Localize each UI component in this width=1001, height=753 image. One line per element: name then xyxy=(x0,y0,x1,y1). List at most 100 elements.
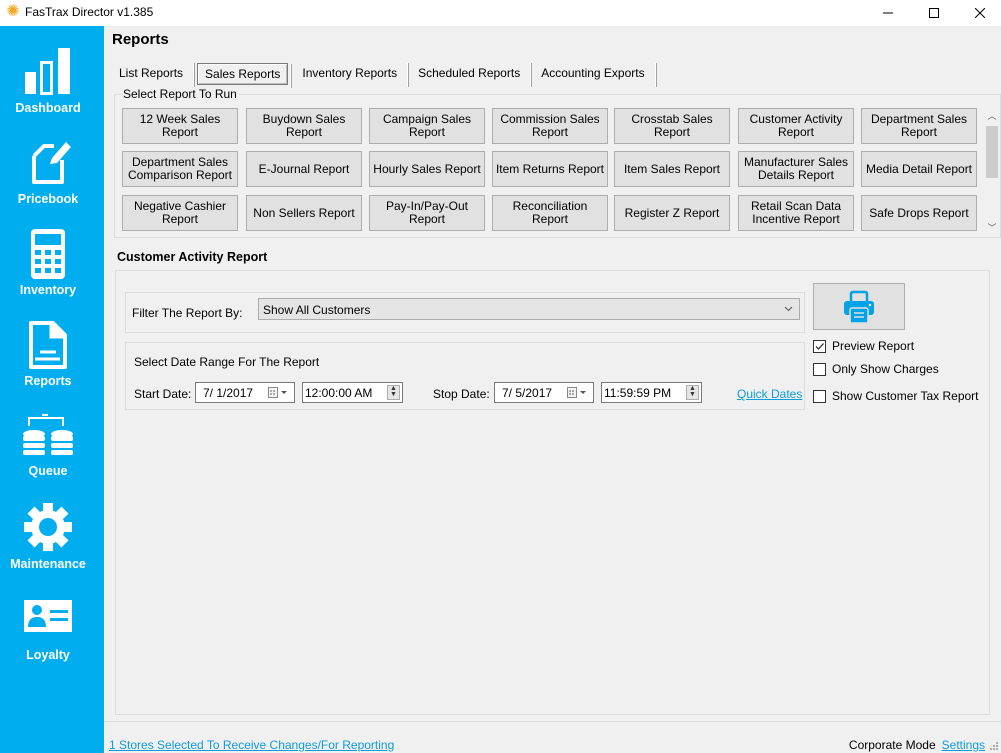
window-title: FasTrax Director v1.385 xyxy=(25,5,154,19)
report-button[interactable]: E-Journal Report xyxy=(246,151,362,187)
report-button[interactable]: Negative Cashier Report xyxy=(122,195,238,231)
start-date-value: 7/ 1/2017 xyxy=(203,386,254,400)
calendar-dropdown-icon[interactable] xyxy=(268,386,290,402)
status-right: Corporate Mode Settings xyxy=(849,738,985,752)
start-time-value: 12:00:00 AM xyxy=(305,386,373,400)
maximize-button[interactable] xyxy=(911,0,957,26)
sidebar-item-loyalty[interactable]: Loyalty xyxy=(0,594,104,682)
sidebar-item-pricebook[interactable]: Pricebook xyxy=(0,136,104,224)
tab-scheduled-reports[interactable]: Scheduled Reports xyxy=(411,63,533,87)
status-divider xyxy=(104,721,1001,722)
report-scrollbar[interactable]: ︿ ﹀ xyxy=(984,108,1000,236)
main-panel: Reports List Reports Sales Reports Inven… xyxy=(104,26,1001,753)
filter-label: Filter The Report By: xyxy=(132,306,243,320)
sidebar-label: Maintenance xyxy=(10,557,86,571)
close-icon xyxy=(975,8,985,18)
section-title: Customer Activity Report xyxy=(117,250,268,264)
scroll-thumb[interactable] xyxy=(986,126,998,178)
report-button[interactable]: Campaign Sales Report xyxy=(369,108,485,144)
date-range-header: Select Date Range For The Report xyxy=(134,355,320,369)
sidebar-item-reports[interactable]: Reports xyxy=(0,319,104,407)
sidebar: Dashboard Pricebook Inventory Reports Qu… xyxy=(0,26,104,753)
scroll-down-icon[interactable]: ﹀ xyxy=(984,220,1000,236)
sidebar-item-inventory[interactable]: Inventory xyxy=(0,228,104,316)
report-button[interactable]: Crosstab Sales Report xyxy=(614,108,730,144)
tab-list-reports[interactable]: List Reports xyxy=(112,63,196,87)
sidebar-label: Loyalty xyxy=(26,648,70,662)
filter-select[interactable]: Show All Customers xyxy=(258,298,800,320)
spinner-updown-icon[interactable]: ▲ ▼ xyxy=(387,385,400,400)
print-report-button[interactable] xyxy=(813,283,905,330)
bar-chart-icon xyxy=(25,48,70,95)
show-customer-tax-checkbox[interactable]: Show Customer Tax Report xyxy=(813,389,979,403)
stop-date-value: 7/ 5/2017 xyxy=(502,386,553,400)
report-button[interactable]: Reconciliation Report xyxy=(492,195,608,231)
report-document-icon xyxy=(29,321,67,369)
filter-select-value: Show All Customers xyxy=(263,303,371,317)
report-button[interactable]: Retail Scan Data Incentive Report xyxy=(738,195,854,231)
close-button[interactable] xyxy=(957,0,1001,26)
start-date-picker[interactable]: 7/ 1/2017 xyxy=(195,382,295,403)
id-card-icon xyxy=(24,600,72,632)
report-tabs: List Reports Sales Reports Inventory Rep… xyxy=(112,62,659,88)
sidebar-label: Pricebook xyxy=(17,192,79,206)
only-show-charges-checkbox[interactable]: Only Show Charges xyxy=(813,362,939,376)
only-show-charges-label: Only Show Charges xyxy=(832,362,939,376)
report-button[interactable]: Pay-In/Pay-Out Report xyxy=(369,195,485,231)
start-time-picker[interactable]: 12:00:00 AM ▲ ▼ xyxy=(302,382,403,403)
start-date-label: Start Date: xyxy=(134,387,192,401)
show-customer-tax-label: Show Customer Tax Report xyxy=(832,389,979,403)
report-button[interactable]: Department Sales Comparison Report xyxy=(122,151,238,187)
title-bar: ✺ FasTrax Director v1.385 xyxy=(0,0,1001,26)
report-button[interactable]: Customer Activity Report xyxy=(738,108,854,144)
report-select-legend: Select Report To Run xyxy=(121,87,239,101)
date-range-panel: Select Date Range For The Report Start D… xyxy=(125,342,805,410)
report-button[interactable]: Media Detail Report xyxy=(861,151,977,187)
preview-report-label: Preview Report xyxy=(832,339,915,353)
tab-accounting-exports[interactable]: Accounting Exports xyxy=(534,63,658,87)
stop-time-picker[interactable]: 11:59:59 PM ▲ ▼ xyxy=(601,382,702,403)
tab-sales-reports[interactable]: Sales Reports xyxy=(197,63,293,88)
scroll-up-icon[interactable]: ︿ xyxy=(984,108,1000,124)
sidebar-label: Inventory xyxy=(19,283,77,297)
report-button[interactable]: Buydown Sales Report xyxy=(246,108,362,144)
stores-selected-link[interactable]: 1 Stores Selected To Receive Changes/For… xyxy=(109,738,394,752)
report-options-panel xyxy=(115,270,990,715)
printer-icon xyxy=(844,290,874,324)
report-button[interactable]: Item Sales Report xyxy=(614,151,730,187)
sidebar-item-queue[interactable]: Queue xyxy=(0,412,104,500)
filter-panel: Filter The Report By: Show All Customers xyxy=(125,292,805,333)
minimize-icon xyxy=(883,12,893,14)
sidebar-item-maintenance[interactable]: Maintenance xyxy=(0,501,104,589)
checkbox-unchecked-icon[interactable] xyxy=(813,389,826,403)
calendar-dropdown-icon[interactable] xyxy=(567,386,589,402)
sidebar-label: Reports xyxy=(24,374,72,388)
resize-grip-icon[interactable] xyxy=(989,741,999,751)
stop-time-value: 11:59:59 PM xyxy=(604,386,672,400)
gear-icon xyxy=(24,503,72,551)
report-button[interactable]: Hourly Sales Report xyxy=(369,151,485,187)
tab-inventory-reports[interactable]: Inventory Reports xyxy=(295,63,409,87)
preview-report-checkbox[interactable]: Preview Report xyxy=(813,339,914,353)
sidebar-label: Queue xyxy=(28,464,68,478)
settings-link[interactable]: Settings xyxy=(942,738,985,752)
document-edit-icon xyxy=(32,142,71,184)
sidebar-item-dashboard[interactable]: Dashboard xyxy=(0,46,104,134)
report-button[interactable]: 12 Week Sales Report xyxy=(122,108,238,144)
quick-dates-link[interactable]: Quick Dates xyxy=(737,387,802,401)
minimize-button[interactable] xyxy=(865,0,911,26)
report-button[interactable]: Non Sellers Report xyxy=(246,195,362,231)
stop-date-picker[interactable]: 7/ 5/2017 xyxy=(494,382,594,403)
stop-date-label: Stop Date: xyxy=(433,387,490,401)
spinner-updown-icon[interactable]: ▲ ▼ xyxy=(686,385,699,400)
report-button[interactable]: Item Returns Report xyxy=(492,151,608,187)
report-button[interactable]: Safe Drops Report xyxy=(861,195,977,231)
report-button[interactable]: Commission Sales Report xyxy=(492,108,608,144)
checkbox-checked-icon[interactable] xyxy=(813,339,826,353)
report-button[interactable]: Register Z Report xyxy=(614,195,730,231)
maximize-icon xyxy=(929,8,939,18)
report-button[interactable]: Department Sales Report xyxy=(861,108,977,144)
corporate-mode-label: Corporate Mode xyxy=(848,738,936,752)
checkbox-unchecked-icon[interactable] xyxy=(813,362,826,376)
report-button[interactable]: Manufacturer Sales Details Report xyxy=(738,151,854,187)
